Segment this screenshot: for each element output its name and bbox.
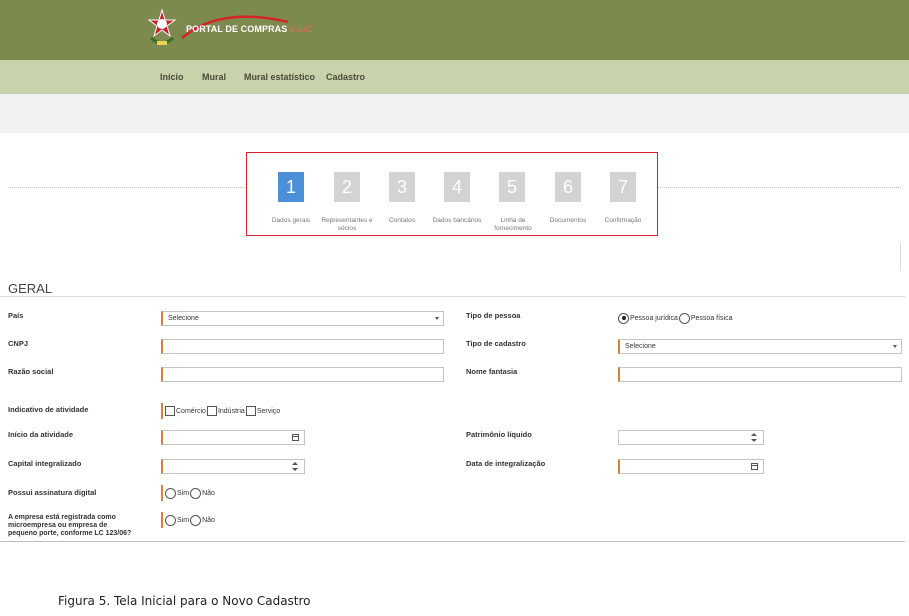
label-microempresa: A empresa está registrada como microempr…: [8, 514, 132, 537]
brand-title: PORTAL DE COMPRAS: [186, 24, 288, 34]
label-inicio-atividade: Início da atividade: [8, 430, 74, 439]
brand-name[interactable]: PORTAL DE COMPRAS e-LIC: [186, 24, 313, 34]
wizard-step-1-label: Dados gerais: [271, 217, 311, 224]
nav-item-cadastro[interactable]: Cadastro: [326, 72, 365, 82]
radio-microempresa-sim[interactable]: [165, 514, 176, 526]
inicio-atividade-date-input[interactable]: [161, 430, 305, 445]
calendar-icon[interactable]: [751, 463, 758, 470]
brand-suffix: e-LIC: [289, 24, 313, 34]
pais-select-value: Selecione: [168, 315, 199, 322]
label-tipo-cadastro: Tipo de cadastro: [466, 339, 526, 348]
radio-microempresa-nao[interactable]: [190, 514, 202, 526]
wizard-step-6[interactable]: 6: [555, 172, 581, 202]
checkbox-comercio[interactable]: [165, 406, 175, 416]
breadcrumb-bar: [0, 94, 909, 133]
label-pais: País: [8, 311, 24, 320]
state-coat-of-arms-logo-icon: [147, 8, 177, 45]
wizard-step-5-label: Linha de fornecimento: [494, 217, 532, 232]
patrimonio-liquido-number-input[interactable]: [618, 430, 764, 445]
label-cnpj: CNPJ: [8, 339, 29, 348]
label-razao-social: Razão social: [8, 367, 54, 376]
wizard-step-4-label: Dados bancários: [432, 217, 482, 224]
section-title-geral: GERAL: [8, 281, 53, 296]
chevron-down-icon: [893, 345, 897, 348]
spinner-arrows-icon[interactable]: [751, 433, 757, 443]
section-divider: [0, 296, 905, 297]
form-bottom-divider: [0, 541, 905, 542]
top-header-bar: PORTAL DE COMPRAS e-LIC: [0, 0, 909, 60]
label-capital-integralizado: Capital integralizado: [8, 459, 82, 468]
checkbox-servico-label: Serviço: [256, 407, 281, 415]
radio-pessoa-juridica-label: Pessoa jurídica: [630, 314, 678, 322]
radio-microempresa-sim-label: Sim: [177, 516, 190, 524]
checkbox-comercio-label: Comércio: [176, 407, 206, 415]
scroll-indicator: [900, 243, 901, 271]
chevron-down-icon: [435, 317, 439, 320]
assinatura-digital-radio-group: Sim Não: [161, 485, 216, 501]
capital-integralizado-number-input[interactable]: [161, 459, 305, 474]
label-indicativo-atividade: Indicativo de atividade: [8, 405, 89, 414]
main-navigation: Início Mural Mural estatístico Cadastro: [0, 60, 909, 94]
checkbox-industria-label: Indústria: [217, 407, 245, 415]
checkbox-servico[interactable]: [245, 406, 256, 416]
calendar-icon[interactable]: [292, 434, 299, 441]
radio-pessoa-fisica[interactable]: [678, 312, 690, 324]
wizard-step-1[interactable]: 1: [278, 172, 304, 202]
label-tipo-pessoa: Tipo de pessoa: [466, 311, 521, 320]
radio-assinatura-nao[interactable]: [190, 487, 202, 499]
radio-assinatura-sim[interactable]: [165, 487, 176, 499]
radio-assinatura-nao-label: Não: [202, 489, 215, 497]
wizard-step-4[interactable]: 4: [444, 172, 470, 202]
nav-item-inicio[interactable]: Início: [160, 72, 184, 82]
tipo-pessoa-radio-group: Pessoa jurídica Pessoa física: [618, 310, 734, 326]
label-data-integralizacao: Data de integralização: [466, 459, 546, 468]
indicativo-atividade-checkbox-group: Comércio Indústria Serviço: [161, 403, 281, 419]
spinner-arrows-icon[interactable]: [292, 462, 298, 472]
label-nome-fantasia: Nome fantasia: [466, 367, 518, 376]
radio-microempresa-nao-label: Não: [202, 516, 215, 524]
pais-select[interactable]: Selecione: [161, 311, 444, 326]
tipo-cadastro-select-value: Selecione: [625, 343, 656, 350]
radio-pessoa-juridica[interactable]: [618, 312, 629, 324]
radio-assinatura-sim-label: Sim: [177, 489, 190, 497]
wizard-step-5[interactable]: 5: [499, 172, 525, 202]
data-integralizacao-date-input[interactable]: [618, 459, 764, 474]
label-assinatura-digital: Possui assinatura digital: [8, 488, 97, 497]
tipo-cadastro-select[interactable]: Selecione: [618, 339, 902, 354]
microempresa-radio-group: Sim Não: [161, 512, 216, 528]
razao-social-input[interactable]: [161, 367, 444, 382]
nav-item-mural-estatistico[interactable]: Mural estatístico: [244, 72, 315, 82]
nome-fantasia-input[interactable]: [618, 367, 902, 382]
wizard-step-2[interactable]: 2: [334, 172, 360, 202]
label-patrimonio-liquido: Patrimônio líquido: [466, 430, 532, 439]
wizard-step-3[interactable]: 3: [389, 172, 415, 202]
checkbox-industria[interactable]: [206, 406, 217, 416]
wizard-step-7[interactable]: 7: [610, 172, 636, 202]
wizard-steps-highlight: 1 2 3 4 5 6 7 Dados gerais Representante…: [246, 152, 658, 236]
figure-caption: Figura 5. Tela Inicial para o Novo Cadas…: [58, 594, 311, 608]
wizard-step-7-label: Confirmação: [604, 217, 642, 224]
radio-pessoa-fisica-label: Pessoa física: [690, 314, 733, 322]
cnpj-input[interactable]: [161, 339, 444, 354]
nav-item-mural[interactable]: Mural: [202, 72, 226, 82]
